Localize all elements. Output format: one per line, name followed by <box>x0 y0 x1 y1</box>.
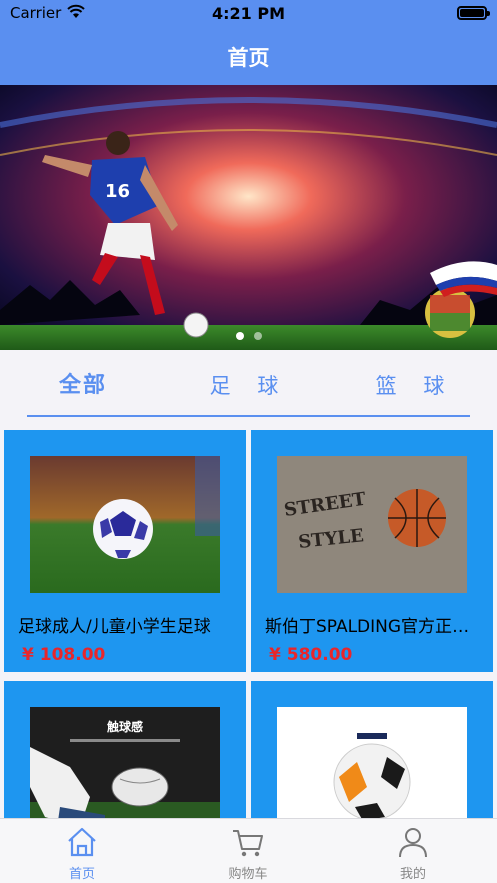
product-image <box>277 707 467 825</box>
tab-bar-cart-label: 购物车 <box>228 867 268 882</box>
product-image <box>30 456 220 593</box>
bottom-tab-bar: 首页 购物车 我的 <box>0 818 497 883</box>
product-name: 足球成人/儿童小学生足球 <box>18 617 211 637</box>
product-image-caption: 触球感 <box>107 719 143 734</box>
category-tabs: 全部 足 球 篮 球 <box>0 350 497 430</box>
tab-bar-cart[interactable]: 购物车 <box>188 825 308 882</box>
product-name: 斯伯丁SPALDING官方正品篮球 <box>265 617 481 637</box>
battery-icon <box>457 6 490 20</box>
svg-text:16: 16 <box>105 181 130 202</box>
tab-football[interactable]: 足 球 <box>174 368 324 404</box>
product-card[interactable] <box>251 681 493 825</box>
product-price: ¥ 108.00 <box>22 645 106 665</box>
carousel-indicator[interactable] <box>0 325 497 344</box>
product-image: STREET STYLE <box>277 456 467 593</box>
tab-underline <box>27 415 470 417</box>
tab-bar-profile-label: 我的 <box>399 867 426 882</box>
tab-bar-home[interactable]: 首页 <box>22 825 142 882</box>
carousel-dot-1[interactable] <box>235 332 244 340</box>
tab-bar-home-label: 首页 <box>68 867 95 882</box>
tab-all[interactable]: 全部 <box>8 368 158 404</box>
product-card[interactable]: 足球成人/儿童小学生足球 ¥ 108.00 <box>4 430 246 672</box>
nav-bar: 首页 <box>0 28 497 85</box>
page-title: 首页 <box>227 46 270 70</box>
tab-bar-profile[interactable]: 我的 <box>353 825 473 882</box>
product-card[interactable]: STREET STYLE 斯伯丁SPALDING官方正品篮球 ¥ 580.00 <box>251 430 493 672</box>
banner-image: 16 <box>0 85 497 350</box>
product-price: ¥ 580.00 <box>269 645 353 665</box>
carousel-dot-2[interactable] <box>253 332 262 340</box>
product-image: 触球感 <box>30 707 220 825</box>
status-bar: Carrier 4:21 PM <box>0 0 497 28</box>
home-icon <box>68 827 96 857</box>
product-grid: 足球成人/儿童小学生足球 ¥ 108.00 STREET STYLE 斯伯丁SP… <box>0 430 497 825</box>
status-time: 4:21 PM <box>211 4 285 23</box>
tab-basketball[interactable]: 篮 球 <box>340 368 490 404</box>
cart-icon <box>233 830 263 857</box>
banner-carousel[interactable]: 16 <box>0 85 497 350</box>
product-card[interactable]: 触球感 <box>4 681 246 825</box>
user-icon <box>399 828 427 858</box>
